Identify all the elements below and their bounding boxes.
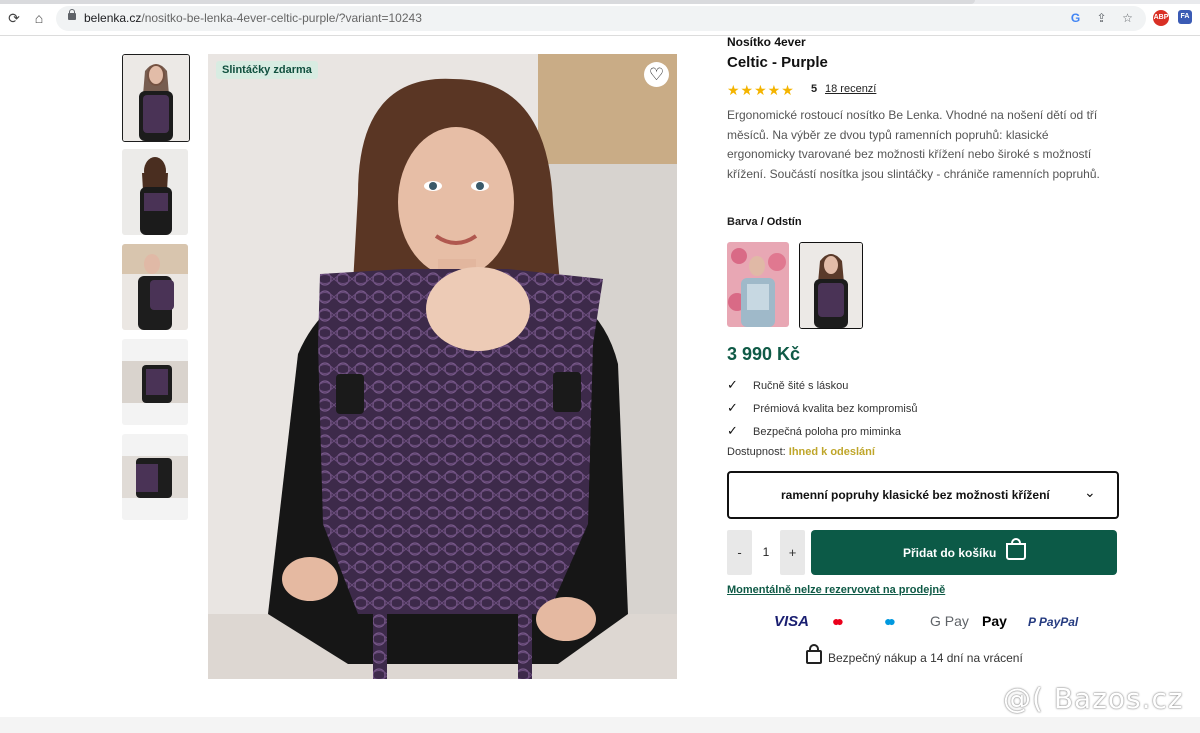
- feature-item: ✓ Prémiová kvalita bez kompromisů: [727, 400, 917, 416]
- visa-icon: VISA: [774, 613, 810, 630]
- apple-pay-icon: Pay: [982, 613, 1007, 629]
- feature-text: Bezpečná poloha pro miminka: [753, 426, 901, 438]
- availability: Dostupnost: Ihned k odeslání: [727, 446, 875, 458]
- shoulder-strap-select[interactable]: ramenní popruhy klasické bez možnosti kř…: [727, 471, 1119, 519]
- color-label: Barva / Odstín: [727, 216, 802, 228]
- feature-text: Ručně šité s láskou: [753, 380, 849, 392]
- mastercard-icon: ●●: [832, 613, 844, 629]
- padlock-icon: [806, 644, 822, 664]
- lock-icon[interactable]: [68, 9, 76, 20]
- product-brand: Nosítko 4ever: [727, 35, 806, 49]
- quantity-increase-button[interactable]: +: [780, 530, 805, 575]
- fa-extension-icon[interactable]: FA: [1178, 10, 1192, 24]
- add-to-cart-label: Přidat do košíku: [903, 546, 997, 560]
- share-icon[interactable]: ⇪: [1094, 11, 1109, 26]
- swatch-purple-image: [800, 243, 862, 328]
- wishlist-heart-icon[interactable]: ♡: [644, 62, 669, 87]
- feature-item: ✓ Ručně šité s láskou: [727, 377, 848, 393]
- color-swatch-pink[interactable]: [727, 242, 789, 327]
- check-icon: ✓: [727, 400, 738, 415]
- free-bibs-badge: Slintáčky zdarma: [216, 61, 318, 79]
- bazos-watermark: @( Bazos.cz: [1003, 682, 1184, 715]
- thumbnail-5[interactable]: [122, 434, 188, 520]
- thumbnail-4-image: [122, 339, 188, 425]
- url-domain: belenka.cz: [84, 11, 142, 25]
- rating-value: 5: [811, 83, 818, 95]
- product-description: Ergonomické rostoucí nosítko Be Lenka. V…: [727, 108, 1100, 181]
- availability-label: Dostupnost:: [727, 446, 786, 458]
- check-icon: ✓: [727, 423, 738, 438]
- thumbnail-4[interactable]: [122, 339, 188, 425]
- reserve-in-store-link[interactable]: Momentálně nelze rezervovat na prodejně: [727, 584, 945, 596]
- secure-purchase-text: Bezpečný nákup a 14 dní na vrácení: [828, 651, 1023, 665]
- paypal-icon: P PayPal: [1028, 615, 1079, 629]
- feature-item: ✓ Bezpečná poloha pro miminka: [727, 423, 901, 439]
- feature-text: Prémiová kvalita bez kompromisů: [753, 403, 918, 415]
- quantity-decrease-button[interactable]: -: [727, 530, 752, 575]
- add-to-cart-button[interactable]: Přidat do košíku: [811, 530, 1117, 575]
- active-tab[interactable]: [0, 0, 975, 4]
- reviews-link[interactable]: 18 recenzí: [825, 83, 876, 95]
- rating-stars-icon: ★★★★★: [727, 82, 795, 98]
- browser-toolbar: ⟳ ⌂ belenka.cz/nositko-be-lenka-4ever-ce…: [0, 0, 1200, 36]
- color-swatch-purple-selected[interactable]: [799, 242, 863, 329]
- main-product-image[interactable]: [208, 54, 677, 679]
- home-icon[interactable]: ⌂: [31, 10, 47, 26]
- google-pay-icon: G Pay: [930, 613, 969, 629]
- quantity-stepper: - 1 +: [727, 530, 805, 575]
- product-title: Celtic - Purple: [727, 54, 828, 71]
- adblock-extension-icon[interactable]: ABP: [1153, 10, 1169, 26]
- google-lens-icon[interactable]: G: [1068, 11, 1083, 26]
- thumbnail-2[interactable]: [122, 149, 188, 235]
- check-icon: ✓: [727, 377, 738, 392]
- quantity-input[interactable]: 1: [754, 530, 778, 575]
- shopping-bag-icon: [1006, 538, 1026, 560]
- footer-band: [0, 717, 1200, 733]
- swatch-pink-image: [727, 242, 789, 327]
- thumbnail-2-image: [122, 149, 188, 235]
- tab-strip: [0, 0, 1200, 4]
- chevron-down-icon: ⌄: [1084, 484, 1096, 500]
- color-label-main: Barva: [727, 216, 758, 228]
- color-label-sub: / Odstín: [757, 216, 802, 228]
- url-text[interactable]: belenka.cz/nositko-be-lenka-4ever-celtic…: [84, 11, 422, 25]
- variant-selected-value: ramenní popruhy klasické bez možnosti kř…: [781, 488, 1050, 502]
- url-path: /nositko-be-lenka-4ever-celtic-purple/?v…: [141, 11, 422, 25]
- thumbnail-1-image: [123, 55, 189, 141]
- thumbnail-3[interactable]: [122, 244, 188, 330]
- thumbnail-1[interactable]: [122, 54, 190, 142]
- address-bar[interactable]: belenka.cz/nositko-be-lenka-4ever-celtic…: [56, 6, 1146, 31]
- product-photo: [208, 54, 677, 679]
- reload-icon[interactable]: ⟳: [6, 10, 22, 26]
- product-price: 3 990 Kč: [727, 344, 801, 364]
- secure-purchase-note: Bezpečný nákup a 14 dní na vrácení: [806, 644, 1023, 665]
- maestro-icon: ●●: [884, 613, 896, 629]
- thumbnail-5-image: [122, 434, 188, 520]
- bookmark-star-icon[interactable]: ☆: [1120, 11, 1135, 26]
- thumbnail-3-image: [122, 244, 188, 330]
- availability-value: Ihned k odeslání: [788, 446, 875, 458]
